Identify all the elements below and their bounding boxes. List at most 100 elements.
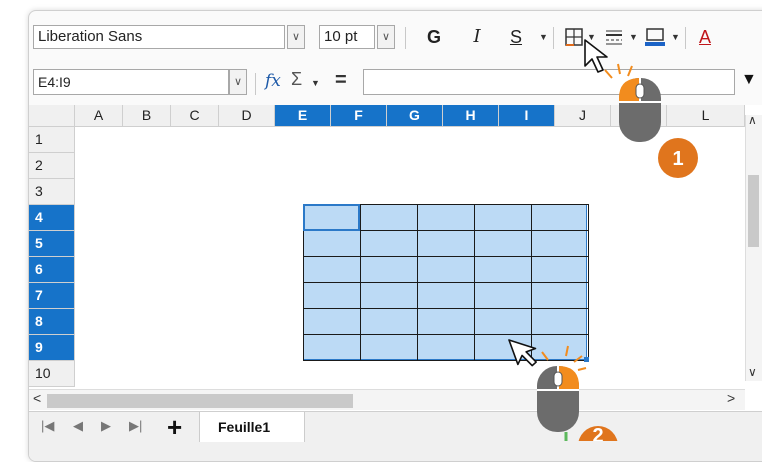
table-cell[interactable] [417,230,475,257]
font-size-box[interactable]: 10 pt [319,25,375,49]
formatting-toolbar: Liberation Sans ∨ 10 pt ∨ G I S ▼ ▼ ▼ ▼ … [29,23,762,57]
function-wizard-button[interactable]: fx [265,71,281,91]
next-sheet-icon[interactable]: ▶ [101,418,111,434]
scroll-down-arrow[interactable]: ∨ [748,365,757,379]
last-sheet-icon[interactable]: ▶| [129,418,142,434]
table-cell[interactable] [531,230,589,257]
font-color-button[interactable]: A [695,25,715,49]
table-cell[interactable] [303,256,361,283]
select-all-corner[interactable] [29,105,75,127]
table-cell[interactable] [360,334,418,361]
table-cell[interactable] [360,256,418,283]
table-cell[interactable] [474,282,532,309]
bold-button[interactable]: G [425,25,443,49]
sum-button[interactable]: Σ [291,69,302,90]
font-size-dropdown[interactable]: ∨ [377,25,395,49]
column-header-j[interactable]: J [555,105,611,127]
row-header-8[interactable]: 8 [29,309,75,335]
expand-formula-icon[interactable]: ▼ [741,71,757,89]
table-cell[interactable] [531,334,589,361]
scroll-right-arrow[interactable]: > [727,390,735,406]
formula-input[interactable] [363,69,735,95]
font-name-dropdown[interactable]: ∨ [287,25,305,49]
table-cell[interactable] [417,256,475,283]
border-color-button[interactable] [643,25,667,49]
selection-fill-handle[interactable] [584,357,589,362]
table-cell[interactable] [417,204,475,231]
horizontal-scrollbar[interactable]: < > [29,389,745,410]
horizontal-scroll-thumb[interactable] [47,394,353,408]
column-header-f[interactable]: F [331,105,387,127]
sum-dropdown-arrow[interactable]: ▼ [311,71,320,95]
column-header-h[interactable]: H [443,105,499,127]
table-cell[interactable] [474,334,532,361]
scroll-left-arrow[interactable]: < [33,390,41,406]
scroll-up-arrow[interactable]: ∧ [748,113,757,127]
spreadsheet-grid[interactable]: ABCDEFGHIJKL 1 2 3 4 5 6 7 8 9 10 [29,105,762,435]
formula-equals-button[interactable]: = [335,69,347,92]
table-cell[interactable] [417,308,475,335]
table-cell[interactable] [417,334,475,361]
borders-icon [565,28,583,46]
name-box-dropdown[interactable]: ∨ [229,69,247,95]
row-header-5[interactable]: 5 [29,231,75,257]
row-header-6[interactable]: 6 [29,257,75,283]
column-header-d[interactable]: D [219,105,275,127]
column-header-k[interactable]: K [611,105,667,127]
row-header-1[interactable]: 1 [29,127,75,153]
vertical-scrollbar[interactable]: ∧ ∨ [745,113,762,381]
table-cell[interactable] [474,230,532,257]
italic-button[interactable]: I [469,25,485,49]
borders-button[interactable] [563,25,585,49]
border-style-button[interactable] [603,25,625,49]
table-cell[interactable] [303,282,361,309]
border-style-icon [606,30,622,45]
column-header-c[interactable]: C [171,105,219,127]
border-color-dropdown-arrow[interactable]: ▼ [671,25,680,49]
underline-dropdown-arrow[interactable]: ▼ [539,25,548,49]
table-cell[interactable] [531,282,589,309]
table-cell[interactable] [303,230,361,257]
row-header-9[interactable]: 9 [29,335,75,361]
vertical-scroll-thumb[interactable] [748,175,759,247]
add-sheet-button[interactable]: + [167,412,182,443]
name-box[interactable]: E4:I9 [33,69,229,95]
table-cell[interactable] [360,204,418,231]
border-style-dropdown-arrow[interactable]: ▼ [629,25,638,49]
table-cell[interactable] [531,256,589,283]
row-header-3[interactable]: 3 [29,179,75,205]
row-header-2[interactable]: 2 [29,153,75,179]
row-header-4[interactable]: 4 [29,205,75,231]
toolbar-separator [255,73,256,95]
toolbar-separator [553,27,554,49]
column-header-a[interactable]: A [75,105,123,127]
table-cell[interactable] [360,308,418,335]
column-header-b[interactable]: B [123,105,171,127]
first-sheet-icon[interactable]: |◀ [41,418,54,434]
toolbar-separator [685,27,686,49]
borders-dropdown-arrow[interactable]: ▼ [587,25,596,49]
table-cell[interactable] [531,308,589,335]
border-color-icon [645,28,665,46]
underline-button[interactable]: S [507,25,525,49]
table-cell[interactable] [474,256,532,283]
table-cell[interactable] [474,308,532,335]
table-cell[interactable] [360,230,418,257]
active-cell[interactable] [303,204,360,231]
table-cell[interactable] [303,308,361,335]
row-header-10[interactable]: 10 [29,361,75,387]
column-header-e[interactable]: E [275,105,331,127]
column-header-i[interactable]: I [499,105,555,127]
column-header-g[interactable]: G [387,105,443,127]
sheet-tab-feuille1[interactable]: Feuille1 [199,412,305,442]
column-header-l[interactable]: L [667,105,745,127]
row-header-7[interactable]: 7 [29,283,75,309]
table-cell[interactable] [474,204,532,231]
font-name-box[interactable]: Liberation Sans [33,25,285,49]
table-cell[interactable] [360,282,418,309]
table-cell[interactable] [303,334,361,361]
table-cell[interactable] [417,282,475,309]
previous-sheet-icon[interactable]: ◀ [73,418,83,434]
table-cell[interactable] [531,204,589,231]
formula-toolbar: E4:I9 ∨ fx Σ ▼ = ▼ [29,67,762,97]
